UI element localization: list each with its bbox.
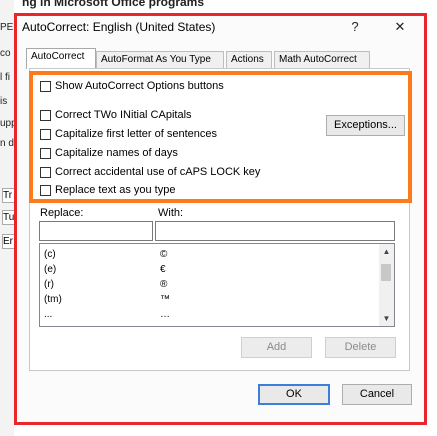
exceptions-button[interactable]: Exceptions... <box>326 115 405 136</box>
replace-label: Replace: <box>40 207 84 219</box>
add-button[interactable]: Add <box>241 337 312 358</box>
background-text-fragment: l fi <box>0 72 10 83</box>
scroll-down-arrow-icon[interactable]: ▼ <box>379 311 394 326</box>
list-item-replace: ... <box>44 309 53 320</box>
tab-autoformat-as-you-type[interactable]: AutoFormat As You Type <box>96 51 224 68</box>
list-item[interactable]: (e) € <box>40 262 380 277</box>
background-title-text: ng in Microsoft Office programs <box>22 0 205 9</box>
tab-autocorrect[interactable]: AutoCorrect <box>26 48 96 69</box>
dialog-title: AutoCorrect: English (United States) <box>22 20 216 34</box>
replacement-list[interactable]: (c) © (e) € (r) ® (tm) ™ ... … ▲ ▼ <box>39 243 395 327</box>
background-text-fragment: n d <box>0 138 14 149</box>
checkbox-box[interactable] <box>40 184 51 196</box>
checkbox-label: Show AutoCorrect Options buttons <box>55 80 224 92</box>
tab-actions[interactable]: Actions <box>226 51 272 68</box>
list-item-with: ™ <box>160 294 170 305</box>
list-item-with: ® <box>160 279 168 290</box>
list-item-with: … <box>160 309 170 320</box>
list-item-replace: (c) <box>44 249 56 260</box>
correct-two-initial-capitals-checkbox[interactable]: Correct TWo INitial CApitals <box>40 109 192 121</box>
list-item[interactable]: ... … <box>40 307 380 322</box>
checkbox-box[interactable] <box>40 166 51 178</box>
cancel-button[interactable]: Cancel <box>342 384 412 405</box>
delete-button[interactable]: Delete <box>325 337 396 358</box>
list-item-replace: (r) <box>44 279 54 290</box>
background-window-title: ng in Microsoft Office programs <box>0 0 437 14</box>
checkbox-label: Correct accidental use of cAPS LOCK key <box>55 166 261 178</box>
ok-button[interactable]: OK <box>258 384 330 405</box>
list-item-with: © <box>160 249 168 260</box>
checkbox-box[interactable] <box>40 128 51 140</box>
correct-caps-lock-checkbox[interactable]: Correct accidental use of cAPS LOCK key <box>40 166 260 178</box>
list-item-with: € <box>160 264 166 275</box>
list-scrollbar[interactable]: ▲ ▼ <box>379 244 394 326</box>
tab-math-autocorrect[interactable]: Math AutoCorrect <box>274 51 370 68</box>
capitalize-first-letter-checkbox[interactable]: Capitalize first letter of sentences <box>40 128 217 140</box>
with-label: With: <box>158 207 184 219</box>
list-item[interactable]: (c) © <box>40 247 380 262</box>
replace-input[interactable] <box>39 221 153 241</box>
list-item-replace: (e) <box>44 264 57 275</box>
checkbox-box[interactable] <box>40 109 51 121</box>
close-button[interactable]: ✕ <box>389 18 411 36</box>
checkbox-box[interactable] <box>40 147 51 159</box>
checkbox-label: Capitalize names of days <box>55 147 178 159</box>
capitalize-days-checkbox[interactable]: Capitalize names of days <box>40 147 178 159</box>
list-item[interactable]: (r) ® <box>40 277 380 292</box>
with-input[interactable] <box>155 221 395 241</box>
checkbox-label: Correct TWo INitial CApitals <box>55 109 192 121</box>
list-item-replace: (tm) <box>44 294 62 305</box>
background-text-fragment: co <box>0 48 11 59</box>
show-autocorrect-options-checkbox[interactable]: Show AutoCorrect Options buttons <box>40 80 224 92</box>
background-text-fragment: is <box>0 96 8 107</box>
checkbox-box[interactable] <box>40 80 51 92</box>
background-text-fragment: PE <box>0 22 14 33</box>
help-button[interactable]: ? <box>344 18 366 36</box>
checkbox-label: Capitalize first letter of sentences <box>55 128 218 140</box>
checkbox-label: Replace text as you type <box>55 184 176 196</box>
scroll-up-arrow-icon[interactable]: ▲ <box>379 244 394 259</box>
replace-text-as-you-type-checkbox[interactable]: Replace text as you type <box>40 184 175 196</box>
list-item[interactable]: (tm) ™ <box>40 292 380 307</box>
scroll-thumb[interactable] <box>381 264 391 281</box>
